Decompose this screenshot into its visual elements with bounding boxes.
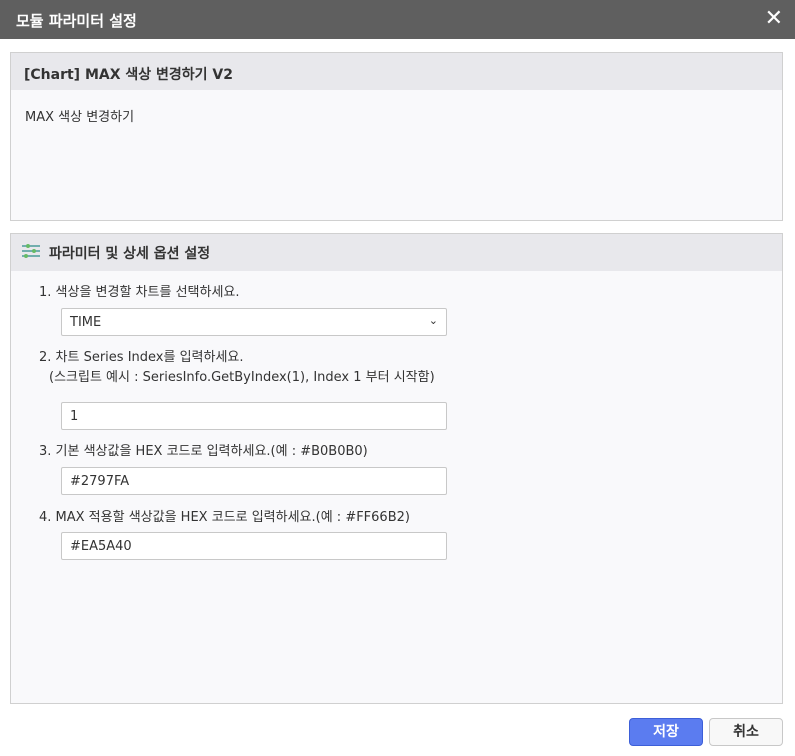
dialog-titlebar: 모듈 파라미터 설정 ✕ bbox=[0, 0, 795, 39]
param-sublabel-series-index: (스크립트 예시 : SeriesInfo.GetByIndex(1), Ind… bbox=[49, 370, 435, 385]
param-label-max-color: 4. MAX 적용할 색상값을 HEX 코드로 입력하세요.(예 : #FF66… bbox=[39, 510, 410, 525]
close-icon[interactable]: ✕ bbox=[765, 6, 783, 31]
chevron-down-icon: ⌄ bbox=[428, 314, 438, 327]
series-index-input[interactable]: 1 bbox=[61, 402, 447, 430]
parameter-header-title: 파라미터 및 상세 옵션 설정 bbox=[49, 245, 211, 262]
module-description: MAX 색상 변경하기 bbox=[25, 110, 135, 125]
param-label-chart: 1. 색상을 변경할 차트를 선택하세요. bbox=[39, 285, 240, 300]
parameter-header: 파라미터 및 상세 옵션 설정 bbox=[11, 234, 782, 271]
param-label-default-color: 3. 기본 색상값을 HEX 코드로 입력하세요.(예 : #B0B0B0) bbox=[39, 444, 368, 459]
param-label-series-index: 2. 차트 Series Index를 입력하세요. bbox=[39, 350, 244, 365]
max-color-input[interactable]: #EA5A40 bbox=[61, 532, 447, 560]
chart-select[interactable]: TIME ⌄ bbox=[61, 308, 447, 336]
chart-select-value: TIME bbox=[70, 315, 102, 330]
cancel-button[interactable]: 취소 bbox=[709, 718, 783, 746]
save-button[interactable]: 저장 bbox=[629, 718, 703, 746]
dialog-title: 모듈 파라미터 설정 bbox=[16, 12, 137, 30]
sliders-icon bbox=[21, 243, 41, 263]
module-info-panel: [Chart] MAX 색상 변경하기 V2 MAX 색상 변경하기 bbox=[10, 52, 783, 221]
module-name: [Chart] MAX 색상 변경하기 V2 bbox=[11, 53, 782, 90]
parameter-panel: 파라미터 및 상세 옵션 설정 1. 색상을 변경할 차트를 선택하세요. TI… bbox=[10, 233, 783, 704]
default-color-input[interactable]: #2797FA bbox=[61, 467, 447, 495]
